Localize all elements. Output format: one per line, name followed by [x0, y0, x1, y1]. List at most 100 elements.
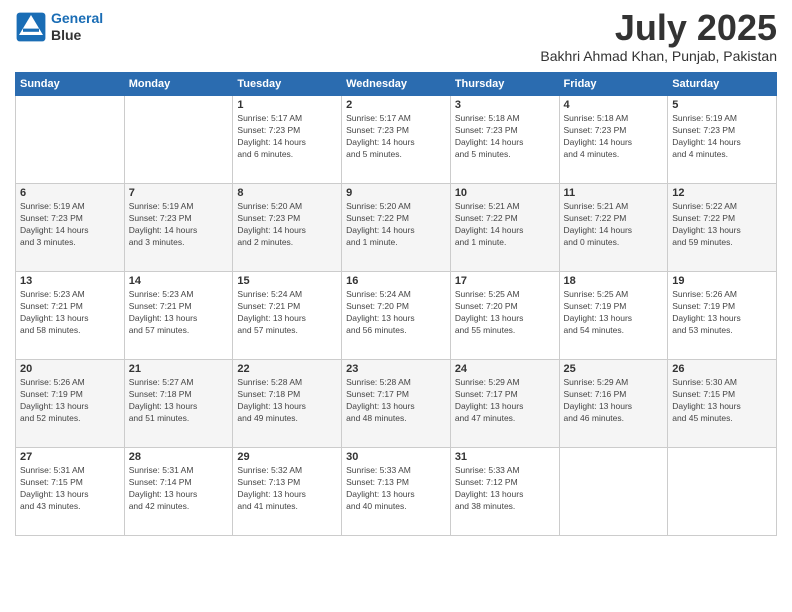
calendar-cell: 10 Sunrise: 5:21 AM Sunset: 7:22 PM Dayli…: [450, 184, 559, 272]
day-info: Sunrise: 5:26 AM Sunset: 7:19 PM Dayligh…: [20, 377, 120, 425]
calendar-cell: 25 Sunrise: 5:29 AM Sunset: 7:16 PM Dayli…: [559, 360, 668, 448]
calendar-cell: 2Sunrise: 5:17 AM Sunset: 7:23 PM Daylig…: [342, 96, 451, 184]
day-number: 15: [237, 275, 337, 287]
day-info: Sunrise: 5:22 AM Sunset: 7:22 PM Dayligh…: [672, 201, 772, 249]
day-info: Sunrise: 5:31 AM Sunset: 7:15 PM Dayligh…: [20, 465, 120, 513]
day-info: Sunrise: 5:20 AM Sunset: 7:22 PM Dayligh…: [346, 201, 446, 249]
day-info: Sunrise: 5:23 AM Sunset: 7:21 PM Dayligh…: [20, 289, 120, 337]
day-number: 28: [129, 451, 229, 463]
day-info: Sunrise: 5:30 AM Sunset: 7:15 PM Dayligh…: [672, 377, 772, 425]
logo-line2: Blue: [51, 27, 103, 44]
day-number: 31: [455, 451, 555, 463]
day-info: Sunrise: 5:19 AM Sunset: 7:23 PM Dayligh…: [129, 201, 229, 249]
day-number: 26: [672, 363, 772, 375]
day-info: Sunrise: 5:27 AM Sunset: 7:18 PM Dayligh…: [129, 377, 229, 425]
day-info: Sunrise: 5:21 AM Sunset: 7:22 PM Dayligh…: [455, 201, 555, 249]
calendar-cell: 19Sunrise: 5:26 AM Sunset: 7:19 PM Dayli…: [668, 272, 777, 360]
day-info: Sunrise: 5:25 AM Sunset: 7:19 PM Dayligh…: [564, 289, 664, 337]
calendar-cell: 18 Sunrise: 5:25 AM Sunset: 7:19 PM Dayli…: [559, 272, 668, 360]
calendar-week-row: 1 Sunrise: 5:17 AM Sunset: 7:23 PM Daylig…: [16, 96, 777, 184]
day-info: Sunrise: 5:18 AM Sunset: 7:23 PM Dayligh…: [564, 113, 664, 161]
day-info: Sunrise: 5:17 AM Sunset: 7:23 PM Dayligh…: [346, 113, 446, 161]
logo-line1: General: [51, 10, 103, 26]
day-number: 24: [455, 363, 555, 375]
day-info: Sunrise: 5:28 AM Sunset: 7:18 PM Dayligh…: [237, 377, 337, 425]
day-info: Sunrise: 5:19 AM Sunset: 7:23 PM Dayligh…: [20, 201, 120, 249]
calendar-week-row: 27 Sunrise: 5:31 AM Sunset: 7:15 PM Dayli…: [16, 448, 777, 536]
calendar-cell: 26 Sunrise: 5:30 AM Sunset: 7:15 PM Dayli…: [668, 360, 777, 448]
day-number: 3: [455, 99, 555, 111]
day-info: Sunrise: 5:32 AM Sunset: 7:13 PM Dayligh…: [237, 465, 337, 513]
day-number: 18: [564, 275, 664, 287]
calendar-cell: [124, 96, 233, 184]
weekday-header: Thursday: [450, 73, 559, 96]
calendar-header-row: SundayMondayTuesdayWednesdayThursdayFrid…: [16, 73, 777, 96]
calendar-cell: 13 Sunrise: 5:23 AM Sunset: 7:21 PM Dayli…: [16, 272, 125, 360]
weekday-header: Saturday: [668, 73, 777, 96]
weekday-header: Monday: [124, 73, 233, 96]
day-number: 25: [564, 363, 664, 375]
weekday-header: Wednesday: [342, 73, 451, 96]
day-info: Sunrise: 5:31 AM Sunset: 7:14 PM Dayligh…: [129, 465, 229, 513]
day-number: 12: [672, 187, 772, 199]
day-number: 1: [237, 99, 337, 111]
day-number: 8: [237, 187, 337, 199]
weekday-header: Sunday: [16, 73, 125, 96]
day-number: 17: [455, 275, 555, 287]
calendar-cell: 7 Sunrise: 5:19 AM Sunset: 7:23 PM Daylig…: [124, 184, 233, 272]
calendar-cell: 22 Sunrise: 5:28 AM Sunset: 7:18 PM Dayli…: [233, 360, 342, 448]
calendar-cell: 1Sunrise: 5:17 AM Sunset: 7:23 PM Daylig…: [233, 96, 342, 184]
calendar-cell: 15 Sunrise: 5:24 AM Sunset: 7:21 PM Dayli…: [233, 272, 342, 360]
day-number: 5: [672, 99, 772, 111]
day-number: 11: [564, 187, 664, 199]
calendar-cell: 27 Sunrise: 5:31 AM Sunset: 7:15 PM Dayli…: [16, 448, 125, 536]
title-block: July 2025 Bakhri Ahmad Khan, Punjab, Pak…: [540, 10, 777, 64]
logo-text: General Blue: [51, 10, 103, 44]
day-info: Sunrise: 5:24 AM Sunset: 7:20 PM Dayligh…: [346, 289, 446, 337]
day-number: 23: [346, 363, 446, 375]
calendar-cell: 6Sunrise: 5:19 AM Sunset: 7:23 PM Daylig…: [16, 184, 125, 272]
day-number: 20: [20, 363, 120, 375]
calendar-week-row: 20 Sunrise: 5:26 AM Sunset: 7:19 PM Dayli…: [16, 360, 777, 448]
calendar-cell: 30Sunrise: 5:33 AM Sunset: 7:13 PM Dayli…: [342, 448, 451, 536]
calendar-table: SundayMondayTuesdayWednesdayThursdayFrid…: [15, 72, 777, 536]
calendar-cell: 9 Sunrise: 5:20 AM Sunset: 7:22 PM Daylig…: [342, 184, 451, 272]
day-number: 4: [564, 99, 664, 111]
calendar-week-row: 6Sunrise: 5:19 AM Sunset: 7:23 PM Daylig…: [16, 184, 777, 272]
weekday-header: Friday: [559, 73, 668, 96]
calendar-cell: [16, 96, 125, 184]
calendar-cell: [559, 448, 668, 536]
day-info: Sunrise: 5:24 AM Sunset: 7:21 PM Dayligh…: [237, 289, 337, 337]
day-number: 22: [237, 363, 337, 375]
day-info: Sunrise: 5:20 AM Sunset: 7:23 PM Dayligh…: [237, 201, 337, 249]
day-number: 10: [455, 187, 555, 199]
day-number: 7: [129, 187, 229, 199]
day-number: 13: [20, 275, 120, 287]
logo-icon: [15, 11, 47, 43]
day-number: 27: [20, 451, 120, 463]
day-number: 9: [346, 187, 446, 199]
header: General Blue July 2025 Bakhri Ahmad Khan…: [15, 10, 777, 64]
calendar-cell: 21 Sunrise: 5:27 AM Sunset: 7:18 PM Dayli…: [124, 360, 233, 448]
day-info: Sunrise: 5:21 AM Sunset: 7:22 PM Dayligh…: [564, 201, 664, 249]
calendar-cell: 16Sunrise: 5:24 AM Sunset: 7:20 PM Dayli…: [342, 272, 451, 360]
calendar-cell: 24 Sunrise: 5:29 AM Sunset: 7:17 PM Dayli…: [450, 360, 559, 448]
calendar-cell: 11 Sunrise: 5:21 AM Sunset: 7:22 PM Dayli…: [559, 184, 668, 272]
calendar-cell: 23Sunrise: 5:28 AM Sunset: 7:17 PM Dayli…: [342, 360, 451, 448]
day-number: 14: [129, 275, 229, 287]
calendar-cell: 20 Sunrise: 5:26 AM Sunset: 7:19 PM Dayli…: [16, 360, 125, 448]
day-info: Sunrise: 5:19 AM Sunset: 7:23 PM Dayligh…: [672, 113, 772, 161]
calendar-cell: 12 Sunrise: 5:22 AM Sunset: 7:22 PM Dayli…: [668, 184, 777, 272]
day-number: 21: [129, 363, 229, 375]
day-info: Sunrise: 5:33 AM Sunset: 7:12 PM Dayligh…: [455, 465, 555, 513]
location: Bakhri Ahmad Khan, Punjab, Pakistan: [540, 48, 777, 64]
calendar-cell: 29Sunrise: 5:32 AM Sunset: 7:13 PM Dayli…: [233, 448, 342, 536]
day-info: Sunrise: 5:29 AM Sunset: 7:16 PM Dayligh…: [564, 377, 664, 425]
weekday-header: Tuesday: [233, 73, 342, 96]
day-info: Sunrise: 5:29 AM Sunset: 7:17 PM Dayligh…: [455, 377, 555, 425]
day-info: Sunrise: 5:25 AM Sunset: 7:20 PM Dayligh…: [455, 289, 555, 337]
calendar-cell: 4 Sunrise: 5:18 AM Sunset: 7:23 PM Daylig…: [559, 96, 668, 184]
calendar-cell: 8 Sunrise: 5:20 AM Sunset: 7:23 PM Daylig…: [233, 184, 342, 272]
calendar-cell: 17 Sunrise: 5:25 AM Sunset: 7:20 PM Dayli…: [450, 272, 559, 360]
calendar-week-row: 13 Sunrise: 5:23 AM Sunset: 7:21 PM Dayli…: [16, 272, 777, 360]
